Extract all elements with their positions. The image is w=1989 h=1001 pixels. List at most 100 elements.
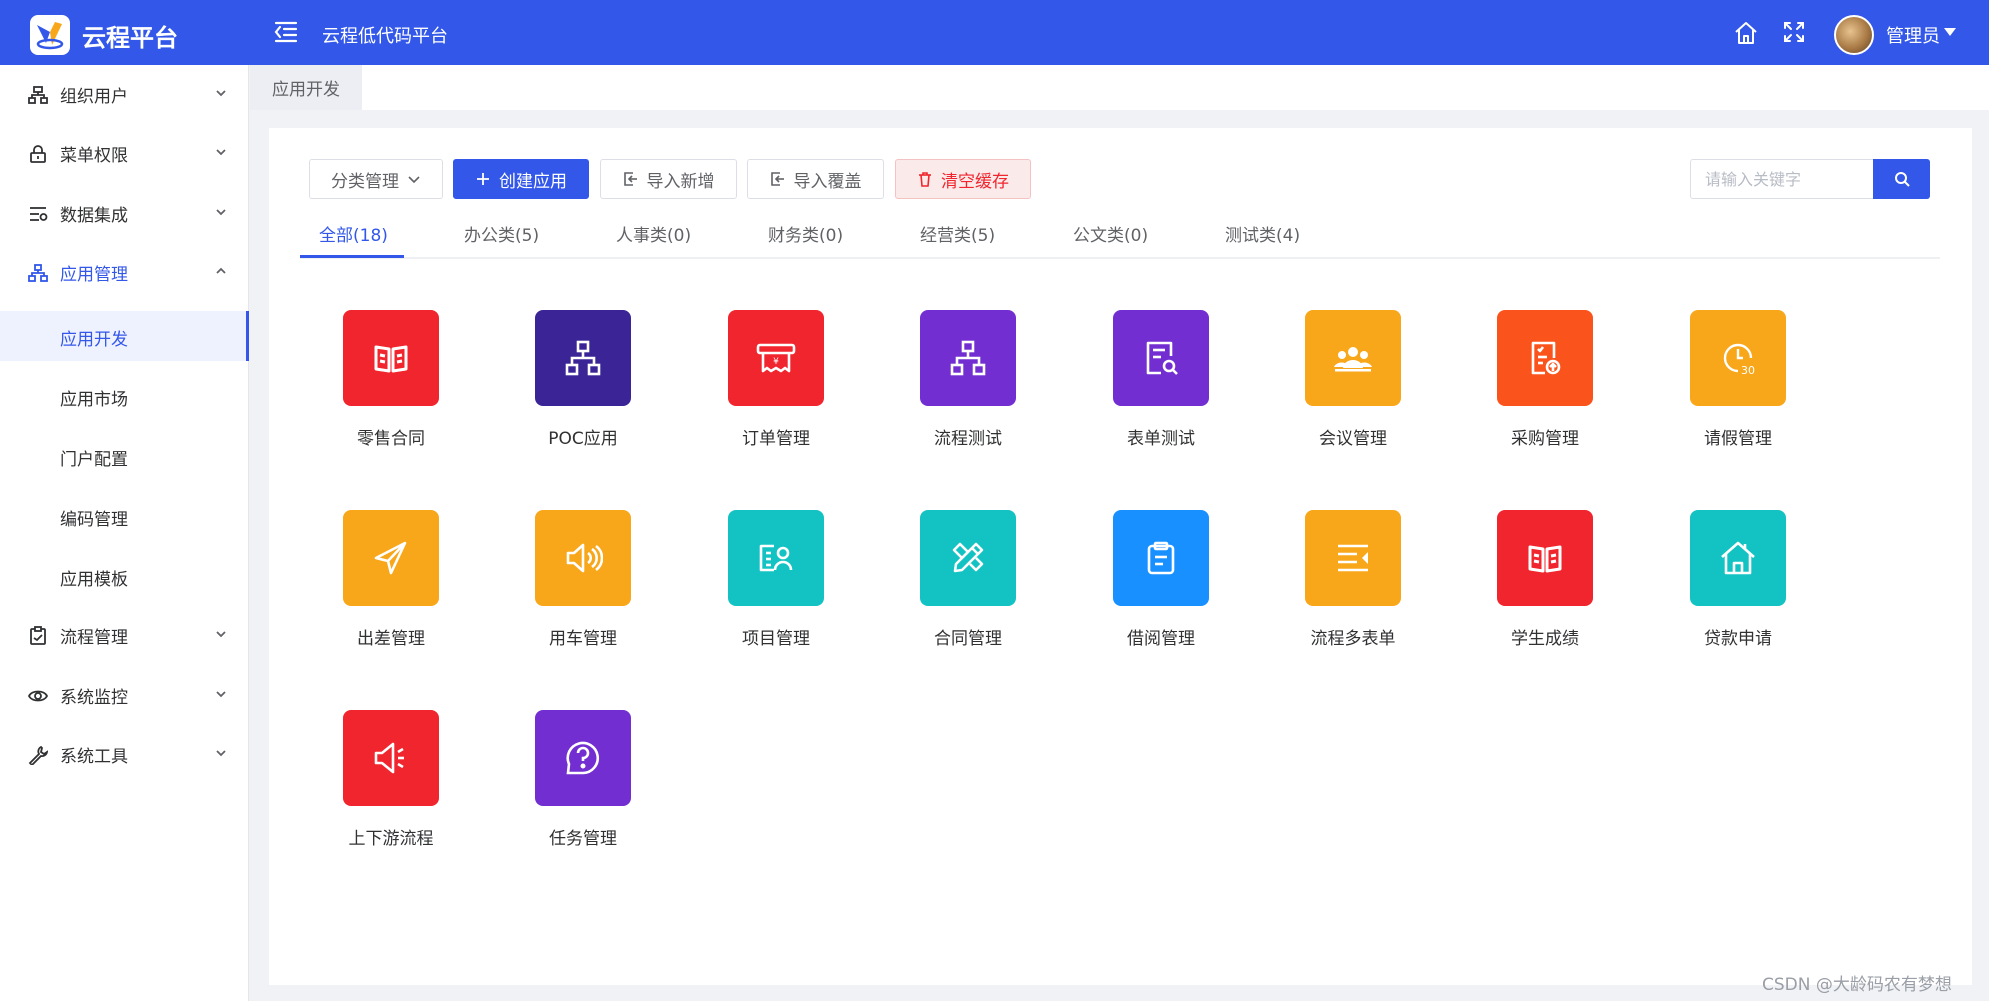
- app-tile[interactable]: 零售合同: [313, 310, 463, 460]
- home-icon[interactable]: [1733, 20, 1759, 46]
- import-overwrite-label: 导入覆盖: [793, 171, 862, 192]
- app-tile[interactable]: 30 请假管理: [1660, 310, 1810, 460]
- sidebar-item-data-integration[interactable]: 数据集成: [0, 184, 249, 242]
- app-tile-label: 零售合同: [357, 429, 425, 449]
- app-tile-label: 上下游流程: [348, 829, 434, 849]
- sidebar-subitem-code-management[interactable]: 编码管理: [0, 491, 249, 541]
- sidebar-subitem-app-dev[interactable]: 应用开发: [0, 311, 249, 361]
- megaphone-icon: [343, 710, 439, 806]
- clipboard-list-icon: [1113, 510, 1209, 606]
- app-tile[interactable]: 项目管理: [698, 510, 848, 660]
- category-tab-office[interactable]: 办公类(5): [464, 221, 539, 257]
- sidebar-subitem-portal-config[interactable]: 门户配置: [0, 431, 249, 481]
- app-tile[interactable]: POC应用: [505, 310, 655, 460]
- sidebar-item-system-monitor[interactable]: 系统监控: [0, 666, 249, 724]
- app-tile-label: 合同管理: [934, 629, 1002, 649]
- paper-plane-icon: [343, 510, 439, 606]
- wrench-icon: [28, 745, 48, 765]
- search-input[interactable]: [1690, 159, 1874, 199]
- house-icon: [1690, 510, 1786, 606]
- active-tab-indicator: [300, 255, 404, 258]
- app-tile[interactable]: 贷款申请: [1660, 510, 1810, 660]
- app-tile-label: 请假管理: [1704, 429, 1772, 449]
- sidebar-item-org-users[interactable]: 组织用户: [0, 65, 249, 123]
- clear-cache-label: 清空缓存: [941, 171, 1009, 192]
- sidebar-item-label: 菜单权限: [60, 146, 128, 166]
- app-tile[interactable]: 用车管理: [505, 510, 655, 660]
- sidebar-item-process-management[interactable]: 流程管理: [0, 606, 249, 664]
- app-tile[interactable]: 学生成绩: [1467, 510, 1617, 660]
- app-tile-label: POC应用: [548, 429, 618, 449]
- app-tile[interactable]: 流程多表单: [1275, 510, 1425, 660]
- caret-down-icon[interactable]: [1944, 28, 1956, 36]
- form-search-icon: [1113, 310, 1209, 406]
- page-tabs: 应用开发: [250, 65, 1989, 110]
- sidebar: 组织用户 菜单权限 数据集成 应用管理 应用开发 应用市场 门户配置 编码管理: [0, 65, 249, 1001]
- avatar[interactable]: [1834, 15, 1874, 55]
- logo-icon: [30, 15, 70, 55]
- plus-icon: [477, 173, 489, 185]
- sidebar-subitem-label: 应用开发: [60, 330, 128, 350]
- org-icon: [28, 86, 48, 104]
- sidebar-item-system-tools[interactable]: 系统工具: [0, 725, 249, 783]
- sidebar-subitem-label: 应用市场: [60, 390, 128, 410]
- menu-fold-icon[interactable]: [272, 18, 300, 46]
- app-tile[interactable]: 表单测试: [1083, 310, 1233, 460]
- sidebar-item-label: 系统工具: [60, 747, 128, 767]
- app-tree-icon: [28, 264, 48, 282]
- app-tile-label: 任务管理: [549, 829, 617, 849]
- tab-app-dev[interactable]: 应用开发: [250, 65, 362, 110]
- app-tile[interactable]: 会议管理: [1275, 310, 1425, 460]
- chevron-down-icon: [216, 750, 226, 757]
- category-management-label: 分类管理: [331, 171, 399, 192]
- category-tab-operation[interactable]: 经营类(5): [920, 221, 995, 257]
- app-tile-label: 会议管理: [1319, 429, 1387, 449]
- app-tile[interactable]: 采购管理: [1467, 310, 1617, 460]
- fullscreen-icon[interactable]: [1782, 20, 1806, 44]
- app-tile[interactable]: 合同管理: [890, 510, 1040, 660]
- search-button[interactable]: [1873, 159, 1930, 199]
- sidebar-subitem-app-market[interactable]: 应用市场: [0, 371, 249, 421]
- category-tab-test[interactable]: 测试类(4): [1225, 221, 1300, 257]
- app-tile[interactable]: 任务管理: [505, 710, 655, 860]
- category-tab-all[interactable]: 全部(18): [319, 221, 388, 257]
- app-tile-label: 流程多表单: [1310, 629, 1396, 649]
- sidebar-item-menu-permission[interactable]: 菜单权限: [0, 124, 249, 182]
- app-tile-label: 借阅管理: [1127, 629, 1195, 649]
- category-tab-hr[interactable]: 人事类(0): [616, 221, 691, 257]
- create-app-label: 创建应用: [499, 171, 567, 192]
- app-tile-label: 流程测试: [934, 429, 1002, 449]
- app-tile[interactable]: 流程测试: [890, 310, 1040, 460]
- import-new-button[interactable]: 导入新增: [600, 159, 737, 199]
- sidebar-item-label: 流程管理: [60, 628, 128, 648]
- eye-icon: [28, 690, 48, 702]
- sidebar-item-label: 应用管理: [60, 265, 128, 285]
- app-tile[interactable]: 出差管理: [313, 510, 463, 660]
- pencil-ruler-icon: [920, 510, 1016, 606]
- category-tab-document[interactable]: 公文类(0): [1073, 221, 1148, 257]
- app-tile-label: 用车管理: [549, 629, 617, 649]
- chevron-down-icon: [216, 691, 226, 698]
- app-tile[interactable]: ¥ 订单管理: [698, 310, 848, 460]
- chevron-up-icon: [216, 267, 226, 274]
- app-tile[interactable]: 借阅管理: [1083, 510, 1233, 660]
- chevron-down-icon: [216, 90, 226, 97]
- data-icon: [30, 207, 48, 221]
- user-name[interactable]: 管理员: [1886, 22, 1940, 48]
- app-tile[interactable]: 上下游流程: [313, 710, 463, 860]
- import-overwrite-button[interactable]: 导入覆盖: [747, 159, 884, 199]
- category-tab-finance[interactable]: 财务类(0): [768, 221, 843, 257]
- logo[interactable]: 云程平台: [30, 15, 178, 55]
- question-icon: [535, 710, 631, 806]
- sidebar-subitem-app-template[interactable]: 应用模板: [0, 551, 249, 601]
- trash-icon: [919, 172, 931, 187]
- category-management-dropdown[interactable]: 分类管理: [309, 159, 443, 199]
- sidebar-subitem-label: 应用模板: [60, 570, 128, 590]
- sidebar-item-app-management[interactable]: 应用管理: [0, 243, 249, 301]
- chevron-down-icon: [216, 209, 226, 216]
- hierarchy-icon: [920, 310, 1016, 406]
- sidebar-item-label: 组织用户: [60, 87, 128, 107]
- clear-cache-button[interactable]: 清空缓存: [895, 159, 1031, 199]
- create-app-button[interactable]: 创建应用: [453, 159, 589, 199]
- sidebar-item-label: 数据集成: [60, 206, 128, 226]
